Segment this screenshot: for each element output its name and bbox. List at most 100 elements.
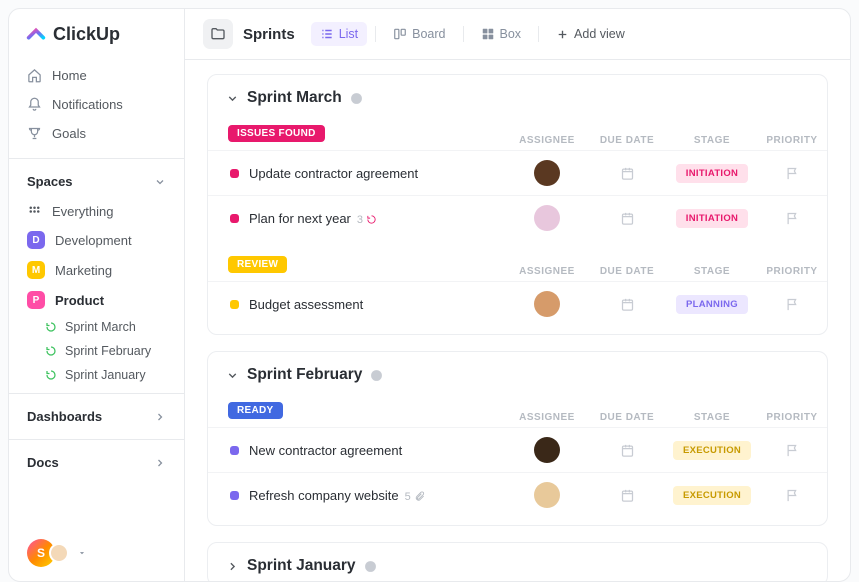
stage-pill[interactable]: EXECUTION [673, 441, 751, 460]
assignee-avatar[interactable] [534, 205, 560, 231]
flag-icon[interactable] [785, 488, 800, 503]
plus-icon [556, 28, 569, 41]
task-status-square [230, 491, 239, 500]
sprint-header[interactable]: Sprint January [208, 543, 827, 581]
space-everything[interactable]: Everything [9, 198, 184, 225]
status-group: REVIEW ASSIGNEE DUE DATE STAGE PRIORITY … [208, 248, 827, 334]
task-row[interactable]: Refresh company website5 EXECUTION [208, 472, 827, 517]
flag-icon[interactable] [785, 297, 800, 312]
nav-goals-label: Goals [52, 126, 86, 141]
task-row[interactable]: Plan for next year3 INITIATION [208, 195, 827, 240]
sprint-sub-item[interactable]: Sprint January [9, 363, 184, 387]
col-stage: STAGE [667, 135, 757, 146]
grid-icon [27, 204, 42, 219]
task-row[interactable]: New contractor agreement EXECUTION [208, 427, 827, 472]
sidebar: ClickUp Home Notifications Goals Spaces … [9, 9, 185, 581]
task-meta: 5 [405, 491, 425, 503]
dashboards-label: Dashboards [27, 409, 102, 424]
main-content: Sprints List Board Box Add view Sprint M… [185, 9, 850, 581]
assignee-avatar[interactable] [534, 291, 560, 317]
assignee-avatar[interactable] [534, 482, 560, 508]
nav-home-label: Home [52, 68, 87, 83]
stage-pill[interactable]: INITIATION [676, 164, 748, 183]
task-name: Plan for next year3 [249, 211, 507, 226]
status-group: READY ASSIGNEE DUE DATE STAGE PRIORITY N… [208, 394, 827, 525]
col-priority: PRIORITY [757, 135, 827, 146]
space-item-development[interactable]: DDevelopment [9, 225, 184, 255]
sprint-title: Sprint February [247, 366, 362, 384]
sprint-icon [45, 345, 57, 357]
docs-label: Docs [27, 455, 59, 470]
user-avatar-row[interactable]: S [9, 525, 184, 581]
col-due-date: DUE DATE [587, 412, 667, 423]
home-icon [27, 68, 42, 83]
sprint-icon [45, 321, 57, 333]
col-assignee: ASSIGNEE [507, 412, 587, 423]
sprint-sub-item[interactable]: Sprint February [9, 339, 184, 363]
calendar-icon[interactable] [620, 488, 635, 503]
task-status-square [230, 214, 239, 223]
stage-pill[interactable]: EXECUTION [673, 486, 751, 505]
sprint-header[interactable]: Sprint March [208, 75, 827, 117]
col-assignee: ASSIGNEE [507, 266, 587, 277]
folder-button[interactable] [203, 19, 233, 49]
view-board[interactable]: Board [384, 22, 454, 46]
calendar-icon[interactable] [620, 166, 635, 181]
view-box[interactable]: Box [472, 22, 531, 46]
page-title: Sprints [243, 26, 295, 43]
sprint-header[interactable]: Sprint February [208, 352, 827, 394]
status-pill[interactable]: ISSUES FOUND [228, 125, 325, 142]
board-icon [393, 27, 407, 41]
spaces-header[interactable]: Spaces [9, 165, 184, 198]
info-icon [370, 369, 383, 382]
space-item-marketing[interactable]: MMarketing [9, 255, 184, 285]
user-avatar-secondary [49, 543, 69, 563]
sprint-icon [45, 369, 57, 381]
assignee-avatar[interactable] [534, 160, 560, 186]
space-label: Marketing [55, 263, 112, 278]
assignee-avatar[interactable] [534, 437, 560, 463]
sprint-sub-item[interactable]: Sprint March [9, 315, 184, 339]
sprint-sub-label: Sprint January [65, 368, 146, 382]
task-name: Update contractor agreement [249, 166, 507, 181]
chevron-down-icon [154, 176, 166, 188]
space-label: Development [55, 233, 132, 248]
logo-text: ClickUp [53, 24, 120, 45]
col-stage: STAGE [667, 266, 757, 277]
box-icon [481, 27, 495, 41]
space-item-product[interactable]: PProduct [9, 285, 184, 315]
flag-icon[interactable] [785, 443, 800, 458]
calendar-icon[interactable] [620, 211, 635, 226]
flag-icon[interactable] [785, 211, 800, 226]
bell-icon [27, 97, 42, 112]
status-pill[interactable]: REVIEW [228, 256, 287, 273]
stage-pill[interactable]: INITIATION [676, 209, 748, 228]
sprint-sub-label: Sprint March [65, 320, 136, 334]
sprint-block: Sprint February READY ASSIGNEE DUE DATE … [207, 351, 828, 526]
col-assignee: ASSIGNEE [507, 135, 587, 146]
nav-home[interactable]: Home [17, 61, 176, 90]
status-group: ISSUES FOUND ASSIGNEE DUE DATE STAGE PRI… [208, 117, 827, 248]
nav-notifications-label: Notifications [52, 97, 123, 112]
flag-icon[interactable] [785, 166, 800, 181]
logo-icon [25, 23, 47, 45]
task-status-square [230, 169, 239, 178]
task-row[interactable]: Update contractor agreement INITIATION [208, 150, 827, 195]
info-icon [364, 560, 377, 573]
calendar-icon[interactable] [620, 297, 635, 312]
caret-down-icon [77, 548, 87, 558]
logo[interactable]: ClickUp [9, 9, 184, 57]
add-view[interactable]: Add view [547, 22, 634, 46]
col-due-date: DUE DATE [587, 266, 667, 277]
nav-notifications[interactable]: Notifications [17, 90, 176, 119]
chevron-right-icon [154, 411, 166, 423]
nav-goals[interactable]: Goals [17, 119, 176, 148]
status-pill[interactable]: READY [228, 402, 283, 419]
sprint-block: Sprint January [207, 542, 828, 581]
stage-pill[interactable]: PLANNING [676, 295, 748, 314]
dashboards-header[interactable]: Dashboards [9, 400, 184, 433]
task-row[interactable]: Budget assessment PLANNING [208, 281, 827, 326]
view-list[interactable]: List [311, 22, 367, 46]
docs-header[interactable]: Docs [9, 446, 184, 479]
calendar-icon[interactable] [620, 443, 635, 458]
